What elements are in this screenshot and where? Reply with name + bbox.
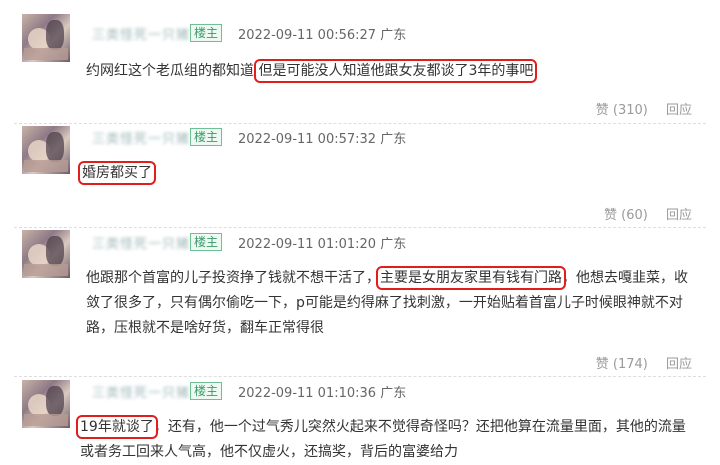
divider: [14, 376, 706, 377]
like-button[interactable]: 赞 (174): [596, 357, 648, 372]
comment-date: 2022-09-11 01:01:20: [238, 237, 377, 252]
comment-text-plain: 约网红这个老瓜组的都知道: [86, 63, 254, 79]
comment-text: 他跟那个首富的儿子投资挣了钱就不想干活了，主要是女朋友家里有钱有门路，他想去嘎韭…: [86, 266, 698, 341]
avatar[interactable]: [22, 230, 70, 278]
comment-text-plain: ，还有，他一个过气秀儿突然火起来不觉得奇怪吗？还把他算在流量里面，其他的流量或者…: [80, 419, 686, 460]
comment-date: 2022-09-11 00:57:32: [238, 132, 377, 147]
comment-date: 2022-09-11 01:10:36: [238, 386, 377, 401]
avatar[interactable]: [22, 380, 70, 428]
comment-actions: 赞 (310) 回应: [588, 99, 692, 118]
op-badge: 楼主: [190, 128, 222, 146]
op-badge: 楼主: [190, 382, 222, 400]
comment-text: 约网红这个老瓜组的都知道 但是可能没人知道他跟女友都谈了3年的事吧: [86, 59, 698, 84]
like-button[interactable]: 赞 (310): [596, 103, 648, 118]
username[interactable]: 三类怪死一只猪: [92, 233, 190, 252]
highlighted-text: 19年就谈了: [76, 415, 158, 439]
comment-region: 广东: [380, 132, 407, 147]
divider: [14, 123, 706, 124]
comment-region: 广东: [380, 237, 407, 252]
comment-region: 广东: [380, 28, 407, 43]
avatar[interactable]: [22, 126, 70, 174]
highlighted-text: 主要是女朋友家里有钱有门路: [376, 266, 566, 290]
reply-button[interactable]: 回应: [666, 357, 692, 372]
like-button[interactable]: 赞 (60): [604, 208, 648, 223]
comment-meta: 2022-09-11 01:10:36 广东: [238, 382, 406, 401]
highlighted-text: 婚房都买了: [78, 161, 156, 185]
comment-meta: 2022-09-11 00:57:32 广东: [238, 128, 406, 147]
comment-text-plain: 他跟那个首富的儿子投资挣了钱就不想干活了，: [86, 270, 380, 286]
username[interactable]: 三类怪死一只猪: [92, 128, 190, 147]
divider: [14, 227, 706, 228]
comment-meta: 2022-09-11 01:01:20 广东: [238, 233, 406, 252]
comment-date: 2022-09-11 00:56:27: [238, 28, 377, 43]
username[interactable]: 三类怪死一只猪: [92, 382, 190, 401]
comment-region: 广东: [380, 386, 407, 401]
comment-meta: 2022-09-11 00:56:27 广东: [238, 24, 406, 43]
comment-text: 婚房都买了: [78, 161, 694, 186]
avatar[interactable]: [22, 14, 70, 62]
comment-actions: 赞 (174) 回应: [588, 353, 692, 372]
comment-text: 19年就谈了，还有，他一个过气秀儿突然火起来不觉得奇怪吗？还把他算在流量里面，其…: [76, 415, 698, 465]
highlighted-text: 但是可能没人知道他跟女友都谈了3年的事吧: [254, 59, 538, 83]
comment-actions: 赞 (60) 回应: [596, 204, 692, 223]
username[interactable]: 三类怪死一只猪: [92, 24, 190, 43]
reply-button[interactable]: 回应: [666, 103, 692, 118]
reply-button[interactable]: 回应: [666, 208, 692, 223]
op-badge: 楼主: [190, 24, 222, 42]
op-badge: 楼主: [190, 233, 222, 251]
